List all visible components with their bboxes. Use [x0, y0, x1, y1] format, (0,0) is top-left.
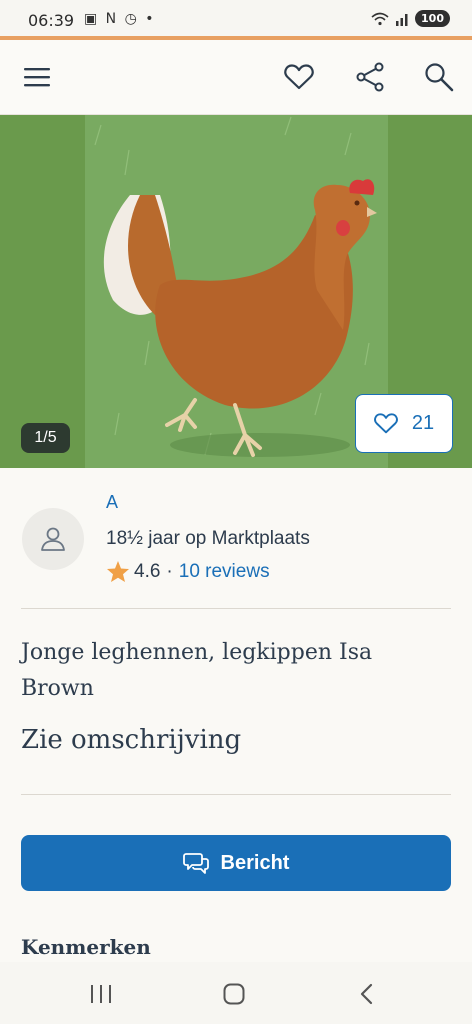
favorite-button[interactable]: [278, 57, 320, 97]
back-button[interactable]: [343, 974, 389, 1014]
reviews-link[interactable]: 10 reviews: [179, 561, 270, 583]
battery-indicator: 100: [415, 10, 450, 27]
back-icon: [360, 983, 373, 1005]
heart-icon: [374, 413, 398, 434]
message-button-label: Bericht: [220, 851, 290, 874]
listing-title: Jonge leghennen, legkippen Isa Brown: [21, 640, 373, 701]
top-app-bar: [0, 40, 472, 115]
user-icon: [41, 527, 65, 551]
share-icon: [356, 62, 384, 92]
message-button[interactable]: Bericht: [21, 835, 451, 891]
notification-icons: ▣ N ◷ •: [84, 11, 156, 27]
search-button[interactable]: [418, 57, 460, 97]
rating-separator: ·: [166, 560, 173, 582]
status-time: 06:39: [28, 11, 75, 30]
home-icon: [223, 983, 245, 1005]
favorite-count-button[interactable]: 21: [355, 394, 453, 453]
wifi-icon: [371, 12, 389, 25]
chat-icon: [182, 853, 209, 874]
star-icon: [107, 561, 129, 582]
seller-avatar[interactable]: [22, 508, 84, 570]
price-text: Zie omschrijving: [21, 725, 242, 755]
menu-button[interactable]: [14, 59, 60, 95]
divider: [21, 794, 451, 795]
rating-value: 4.6: [134, 560, 161, 582]
features-heading: Kenmerken: [21, 935, 151, 959]
seller-rating: 4.6 · 10 reviews: [106, 560, 270, 583]
heart-icon: [284, 64, 314, 90]
image-counter: 1/5: [21, 423, 70, 453]
status-bar: 06:39 ▣ N ◷ • 100: [0, 0, 472, 36]
signal-icon: [396, 13, 408, 26]
menu-icon: [24, 68, 50, 87]
chicken-image: [85, 115, 388, 468]
home-button[interactable]: [211, 974, 257, 1014]
divider: [21, 608, 451, 609]
share-button[interactable]: [349, 57, 391, 97]
system-nav-bar: [0, 962, 472, 1024]
recent-apps-icon: [91, 985, 111, 1003]
search-icon: [425, 63, 454, 92]
listing-photo[interactable]: [85, 115, 388, 468]
status-icons: 100: [371, 10, 450, 27]
seller-membership: 18½ jaar op Marktplaats: [106, 528, 310, 549]
favorite-count: 21: [411, 412, 435, 434]
seller-name[interactable]: A: [106, 492, 118, 513]
recent-apps-button[interactable]: [78, 974, 124, 1014]
